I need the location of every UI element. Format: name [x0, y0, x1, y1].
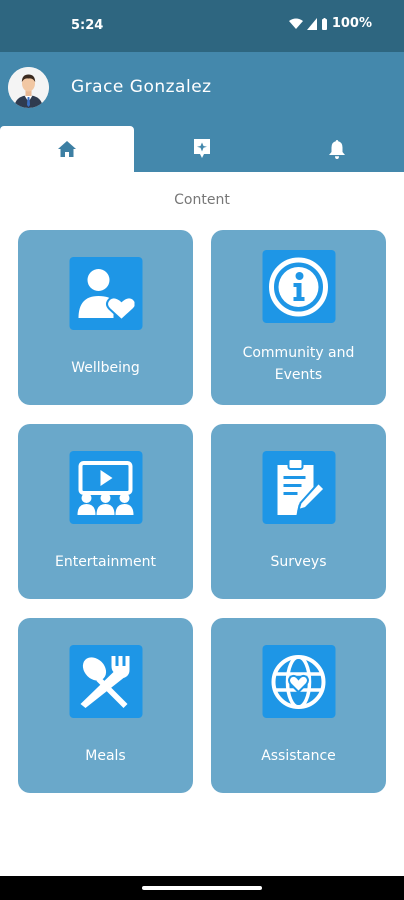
card-assistance[interactable]: Assistance [211, 618, 386, 793]
card-community-events[interactable]: Community and Events [211, 230, 386, 405]
avatar-image [8, 67, 49, 108]
card-label: Wellbeing [71, 360, 140, 376]
person-heart-icon [69, 257, 142, 330]
card-surveys[interactable]: Surveys [211, 424, 386, 599]
card-label: Assistance [261, 748, 336, 764]
home-icon [58, 141, 76, 157]
card-label: Surveys [270, 554, 327, 570]
app-header: Grace Gonzalez [0, 52, 404, 172]
globe-heart-icon [262, 645, 335, 718]
card-entertainment[interactable]: Entertainment [18, 424, 193, 599]
status-bar: 5:24 100% [0, 0, 404, 52]
card-label: Entertainment [54, 554, 157, 570]
tab-notifications[interactable] [270, 126, 404, 172]
card-meals[interactable]: Meals [18, 618, 193, 793]
system-nav-bar [0, 876, 404, 900]
section-title: Content [174, 192, 230, 208]
info-icon [262, 250, 335, 323]
sparkle-bookmark-icon [194, 139, 210, 158]
battery-level: 100% [331, 16, 372, 31]
tab-home[interactable] [0, 126, 134, 172]
clipboard-pencil-icon [262, 451, 335, 524]
card-label: Community and Events [242, 345, 355, 383]
signal-icon [306, 17, 317, 30]
bell-icon [329, 139, 345, 159]
status-icons: 100% [288, 16, 372, 31]
spoon-fork-icon [69, 645, 142, 718]
status-time: 5:24 [71, 18, 104, 33]
user-name: Grace Gonzalez [71, 77, 212, 97]
battery-icon [321, 17, 327, 30]
video-audience-icon [69, 451, 142, 524]
avatar[interactable] [8, 67, 49, 108]
home-indicator[interactable] [142, 886, 262, 890]
card-label: Meals [85, 748, 126, 764]
wifi-icon [288, 18, 303, 29]
tab-featured[interactable] [135, 126, 269, 172]
card-wellbeing[interactable]: Wellbeing [18, 230, 193, 405]
